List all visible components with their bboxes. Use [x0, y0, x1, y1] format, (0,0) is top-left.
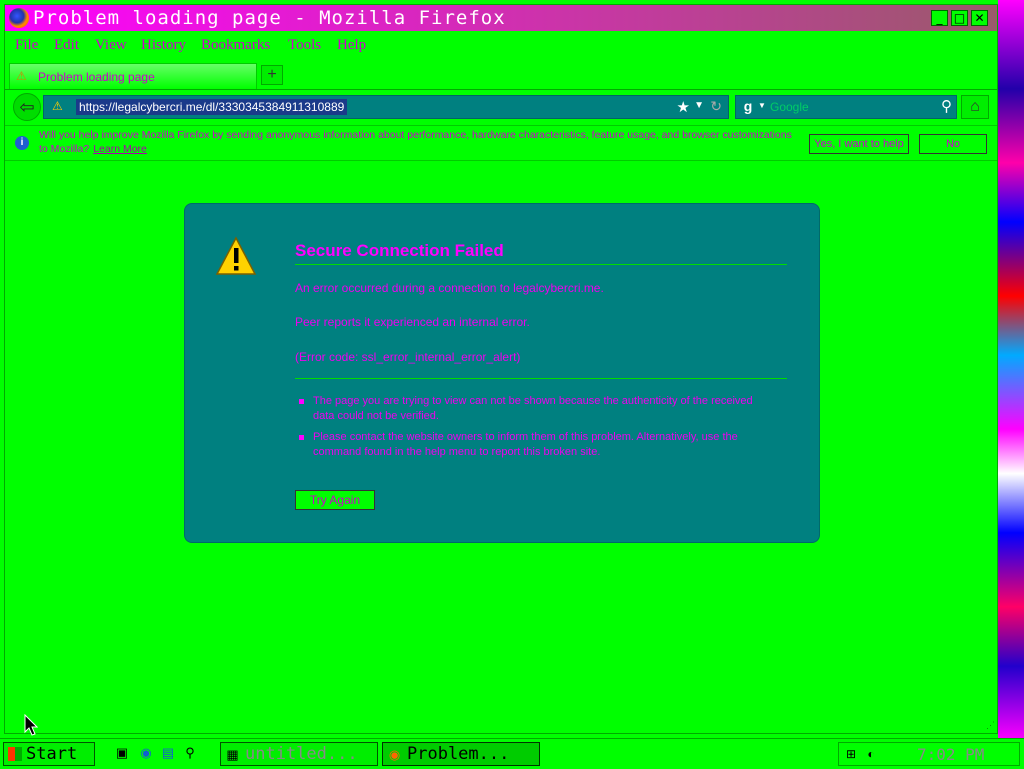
- firefox-logo-icon: [9, 8, 29, 28]
- error-code: (Error code: ssl_error_internal_error_al…: [295, 350, 521, 364]
- menu-history[interactable]: History: [141, 37, 186, 54]
- error-help-item: The page you are trying to view can not …: [295, 394, 755, 424]
- title-bar[interactable]: Problem loading page - Mozilla Firefox _…: [5, 5, 997, 31]
- url-bar[interactable]: ⚠ https://legalcybercri.me/dl/3330345384…: [43, 95, 729, 119]
- home-button[interactable]: ⌂: [961, 95, 989, 119]
- start-flag-icon: [8, 747, 22, 761]
- body-divider: [295, 378, 787, 379]
- menu-help[interactable]: Help: [337, 37, 366, 54]
- notepad-icon: ▦: [226, 747, 239, 762]
- mouse-pointer-icon: [24, 714, 38, 736]
- title-divider: [295, 264, 787, 265]
- menu-bookmarks[interactable]: Bookmarks: [201, 37, 270, 54]
- back-arrow-icon: ⇦: [19, 97, 35, 117]
- maximize-button[interactable]: □: [951, 10, 968, 26]
- notification-text: Will you help improve Mozilla Firefox by…: [39, 129, 792, 155]
- desktop-background-strip: [998, 0, 1024, 740]
- start-button[interactable]: Start: [3, 742, 95, 766]
- error-detail: Peer reports it experienced an internal …: [295, 315, 530, 329]
- tab-strip: ⚠ Problem loading page +: [5, 59, 997, 90]
- site-warning-icon: ⚠: [52, 99, 63, 113]
- url-text[interactable]: https://legalcybercri.me/dl/333034538491…: [76, 99, 348, 115]
- menu-bar: File Edit View History Bookmarks Tools H…: [5, 35, 997, 57]
- search-icon[interactable]: ⚲: [941, 97, 952, 115]
- menu-view[interactable]: View: [95, 37, 127, 54]
- error-title: Secure Connection Failed: [295, 241, 504, 260]
- firefox-task-icon: ◉: [388, 747, 401, 762]
- media-quicklaunch-icon[interactable]: ▤: [160, 745, 176, 761]
- navigation-bar: ⇦ ⚠ https://legalcybercri.me/dl/33303453…: [5, 89, 997, 125]
- system-tray: ⊞ ◐ 7:02 PM: [838, 742, 1020, 766]
- accept-telemetry-button[interactable]: Yes, I want to help: [809, 134, 909, 154]
- try-again-button[interactable]: Try Again: [295, 490, 375, 510]
- tab-warning-icon: ⚠: [16, 69, 27, 83]
- task-label: Problem...: [407, 744, 510, 764]
- menu-file[interactable]: File: [15, 37, 38, 54]
- back-button[interactable]: ⇦: [13, 93, 41, 121]
- bookmark-star-icon[interactable]: ★: [677, 98, 690, 116]
- task-untitled[interactable]: ▦ untitled...: [220, 742, 378, 766]
- menu-edit[interactable]: Edit: [54, 37, 79, 54]
- search-input[interactable]: Google: [770, 100, 809, 114]
- learn-more-link[interactable]: Learn More: [93, 143, 147, 155]
- error-help-item: Please contact the website owners to inf…: [295, 430, 755, 460]
- close-button[interactable]: ✕: [971, 10, 988, 26]
- error-description: An error occurred during a connection to…: [295, 281, 604, 295]
- url-dropdown-icon[interactable]: ▼: [694, 100, 704, 111]
- info-icon: i: [15, 136, 29, 150]
- search-engine-dropdown-icon[interactable]: ▼: [758, 101, 766, 110]
- decline-telemetry-button[interactable]: No: [919, 134, 987, 154]
- tab-problem-loading[interactable]: ⚠ Problem loading page: [9, 63, 257, 89]
- taskbar: Start ▣ ◉ ▤ ⚲ ▦ untitled... ◉ Problem...…: [0, 738, 1024, 769]
- browser-window: Problem loading page - Mozilla Firefox _…: [4, 4, 998, 734]
- tab-label: Problem loading page: [38, 70, 155, 84]
- browser-quicklaunch-icon[interactable]: ◉: [138, 745, 154, 761]
- warning-triangle-icon: [215, 236, 257, 275]
- task-label: untitled...: [245, 744, 358, 764]
- new-tab-button[interactable]: +: [261, 65, 283, 85]
- resize-grip-icon[interactable]: ⋰: [986, 720, 995, 731]
- task-firefox[interactable]: ◉ Problem...: [382, 742, 540, 766]
- search-bar[interactable]: g ▼ Google ⚲: [735, 95, 957, 119]
- minimize-button[interactable]: _: [931, 10, 948, 26]
- error-panel: Secure Connection Failed An error occurr…: [184, 203, 820, 543]
- notification-bar: i Will you help improve Mozilla Firefox …: [5, 125, 997, 161]
- volume-icon[interactable]: ◐: [863, 746, 879, 762]
- google-icon[interactable]: g: [740, 98, 756, 116]
- notification-message: Will you help improve Mozilla Firefox by…: [39, 128, 799, 156]
- reload-icon[interactable]: ↻: [710, 98, 722, 115]
- home-icon: ⌂: [970, 98, 980, 115]
- clock[interactable]: 7:02 PM: [917, 745, 984, 764]
- network-icon[interactable]: ⊞: [843, 746, 859, 762]
- start-label: Start: [26, 744, 78, 764]
- menu-tools[interactable]: Tools: [288, 37, 321, 54]
- show-desktop-icon[interactable]: ▣: [114, 745, 130, 761]
- window-title: Problem loading page - Mozilla Firefox: [33, 7, 506, 29]
- search-quicklaunch-icon[interactable]: ⚲: [182, 745, 198, 761]
- error-help-list: The page you are trying to view can not …: [295, 394, 755, 466]
